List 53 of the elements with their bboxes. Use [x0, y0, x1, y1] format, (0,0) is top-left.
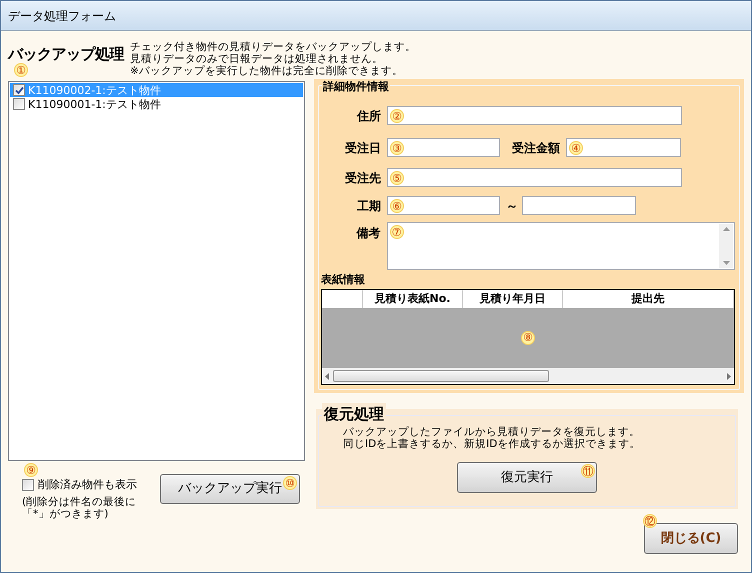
scroll-left-icon[interactable] [325, 372, 329, 380]
checkbox-label: 削除済み物件も表示 [38, 477, 137, 493]
input-field[interactable]: ④ [566, 138, 681, 157]
scroll-up-icon[interactable] [722, 227, 730, 231]
checkbox[interactable] [13, 84, 25, 96]
number-marker: ⑫ [643, 514, 657, 528]
number-marker: ④ [569, 141, 583, 155]
item-label: K11090001-1:テスト物件 [28, 98, 161, 110]
restore-button[interactable]: 復元実行 ⑪ [457, 462, 597, 493]
number-marker: ⑦ [390, 225, 404, 239]
data-grid[interactable]: 見積り表紙No. 見積り年月日 提出先 ⑧ [321, 288, 735, 385]
field-label: 受注金額 [511, 140, 560, 156]
field-label: 受注日 [344, 140, 381, 156]
description-text: チェック付き物件の見積りデータをバックアップします。 見積りデータのみで日報データは処理されません。 ※バックアップを実行した物件は完全に削除できます。 [130, 41, 416, 77]
input-field[interactable] [522, 196, 636, 215]
number-marker: ⑩ [283, 476, 297, 490]
field-label: 備考 [355, 225, 381, 242]
scroll-thumb[interactable] [333, 370, 549, 382]
number-marker: ⑪ [581, 464, 595, 478]
description-text: バックアップしたファイルから見積りデータを復元します。 同じIDを上書きするか、新規IDを作成するか選択できます。 [343, 426, 640, 450]
input-field[interactable]: ⑤ [387, 168, 682, 187]
field-label: 受注先 [344, 170, 381, 186]
input-field[interactable]: ⑦ [386, 222, 735, 270]
input-field[interactable]: ③ [387, 138, 500, 157]
number-marker: ① [14, 63, 28, 77]
checkbox[interactable] [22, 479, 34, 492]
note-text: (削除分は件名の最後に 「*」がつきます) [22, 496, 138, 520]
horizontal-scrollbar[interactable] [322, 368, 734, 384]
number-marker: ② [390, 109, 404, 123]
number-marker: ⑧ [521, 330, 535, 345]
range-separator: ～ [506, 198, 516, 214]
section-title: バックアップ処理 [8, 44, 124, 65]
column-header[interactable]: 見積り年月日 [463, 290, 563, 308]
backup-button[interactable]: バックアップ実行 ⑩ [160, 474, 300, 504]
window-title: データ処理フォーム [8, 8, 116, 24]
scrollbar[interactable] [719, 224, 733, 268]
input-field[interactable]: ② [387, 106, 682, 125]
column-header[interactable]: 見積り表紙No. [363, 290, 463, 308]
number-marker: ③ [390, 141, 404, 155]
checkbox-list[interactable]: K11090002-1:テスト物件 K11090001-1:テスト物件 [8, 81, 305, 461]
field-label: 工期 [356, 198, 381, 214]
scroll-right-icon[interactable] [727, 372, 731, 380]
scroll-down-icon[interactable] [722, 261, 730, 265]
field-label: 住所 [356, 108, 381, 124]
checkbox[interactable] [13, 98, 25, 110]
column-header[interactable]: 提出先 [563, 290, 734, 308]
number-marker: ⑤ [390, 171, 404, 185]
item-label: K11090002-1:テスト物件 [28, 84, 161, 96]
number-marker: ⑨ [24, 463, 38, 477]
number-marker: ⑥ [390, 199, 404, 213]
input-field[interactable]: ⑥ [387, 196, 500, 215]
subsection-title: 表紙情報 [321, 272, 366, 288]
list-item[interactable]: K11090001-1:テスト物件 [10, 97, 303, 111]
